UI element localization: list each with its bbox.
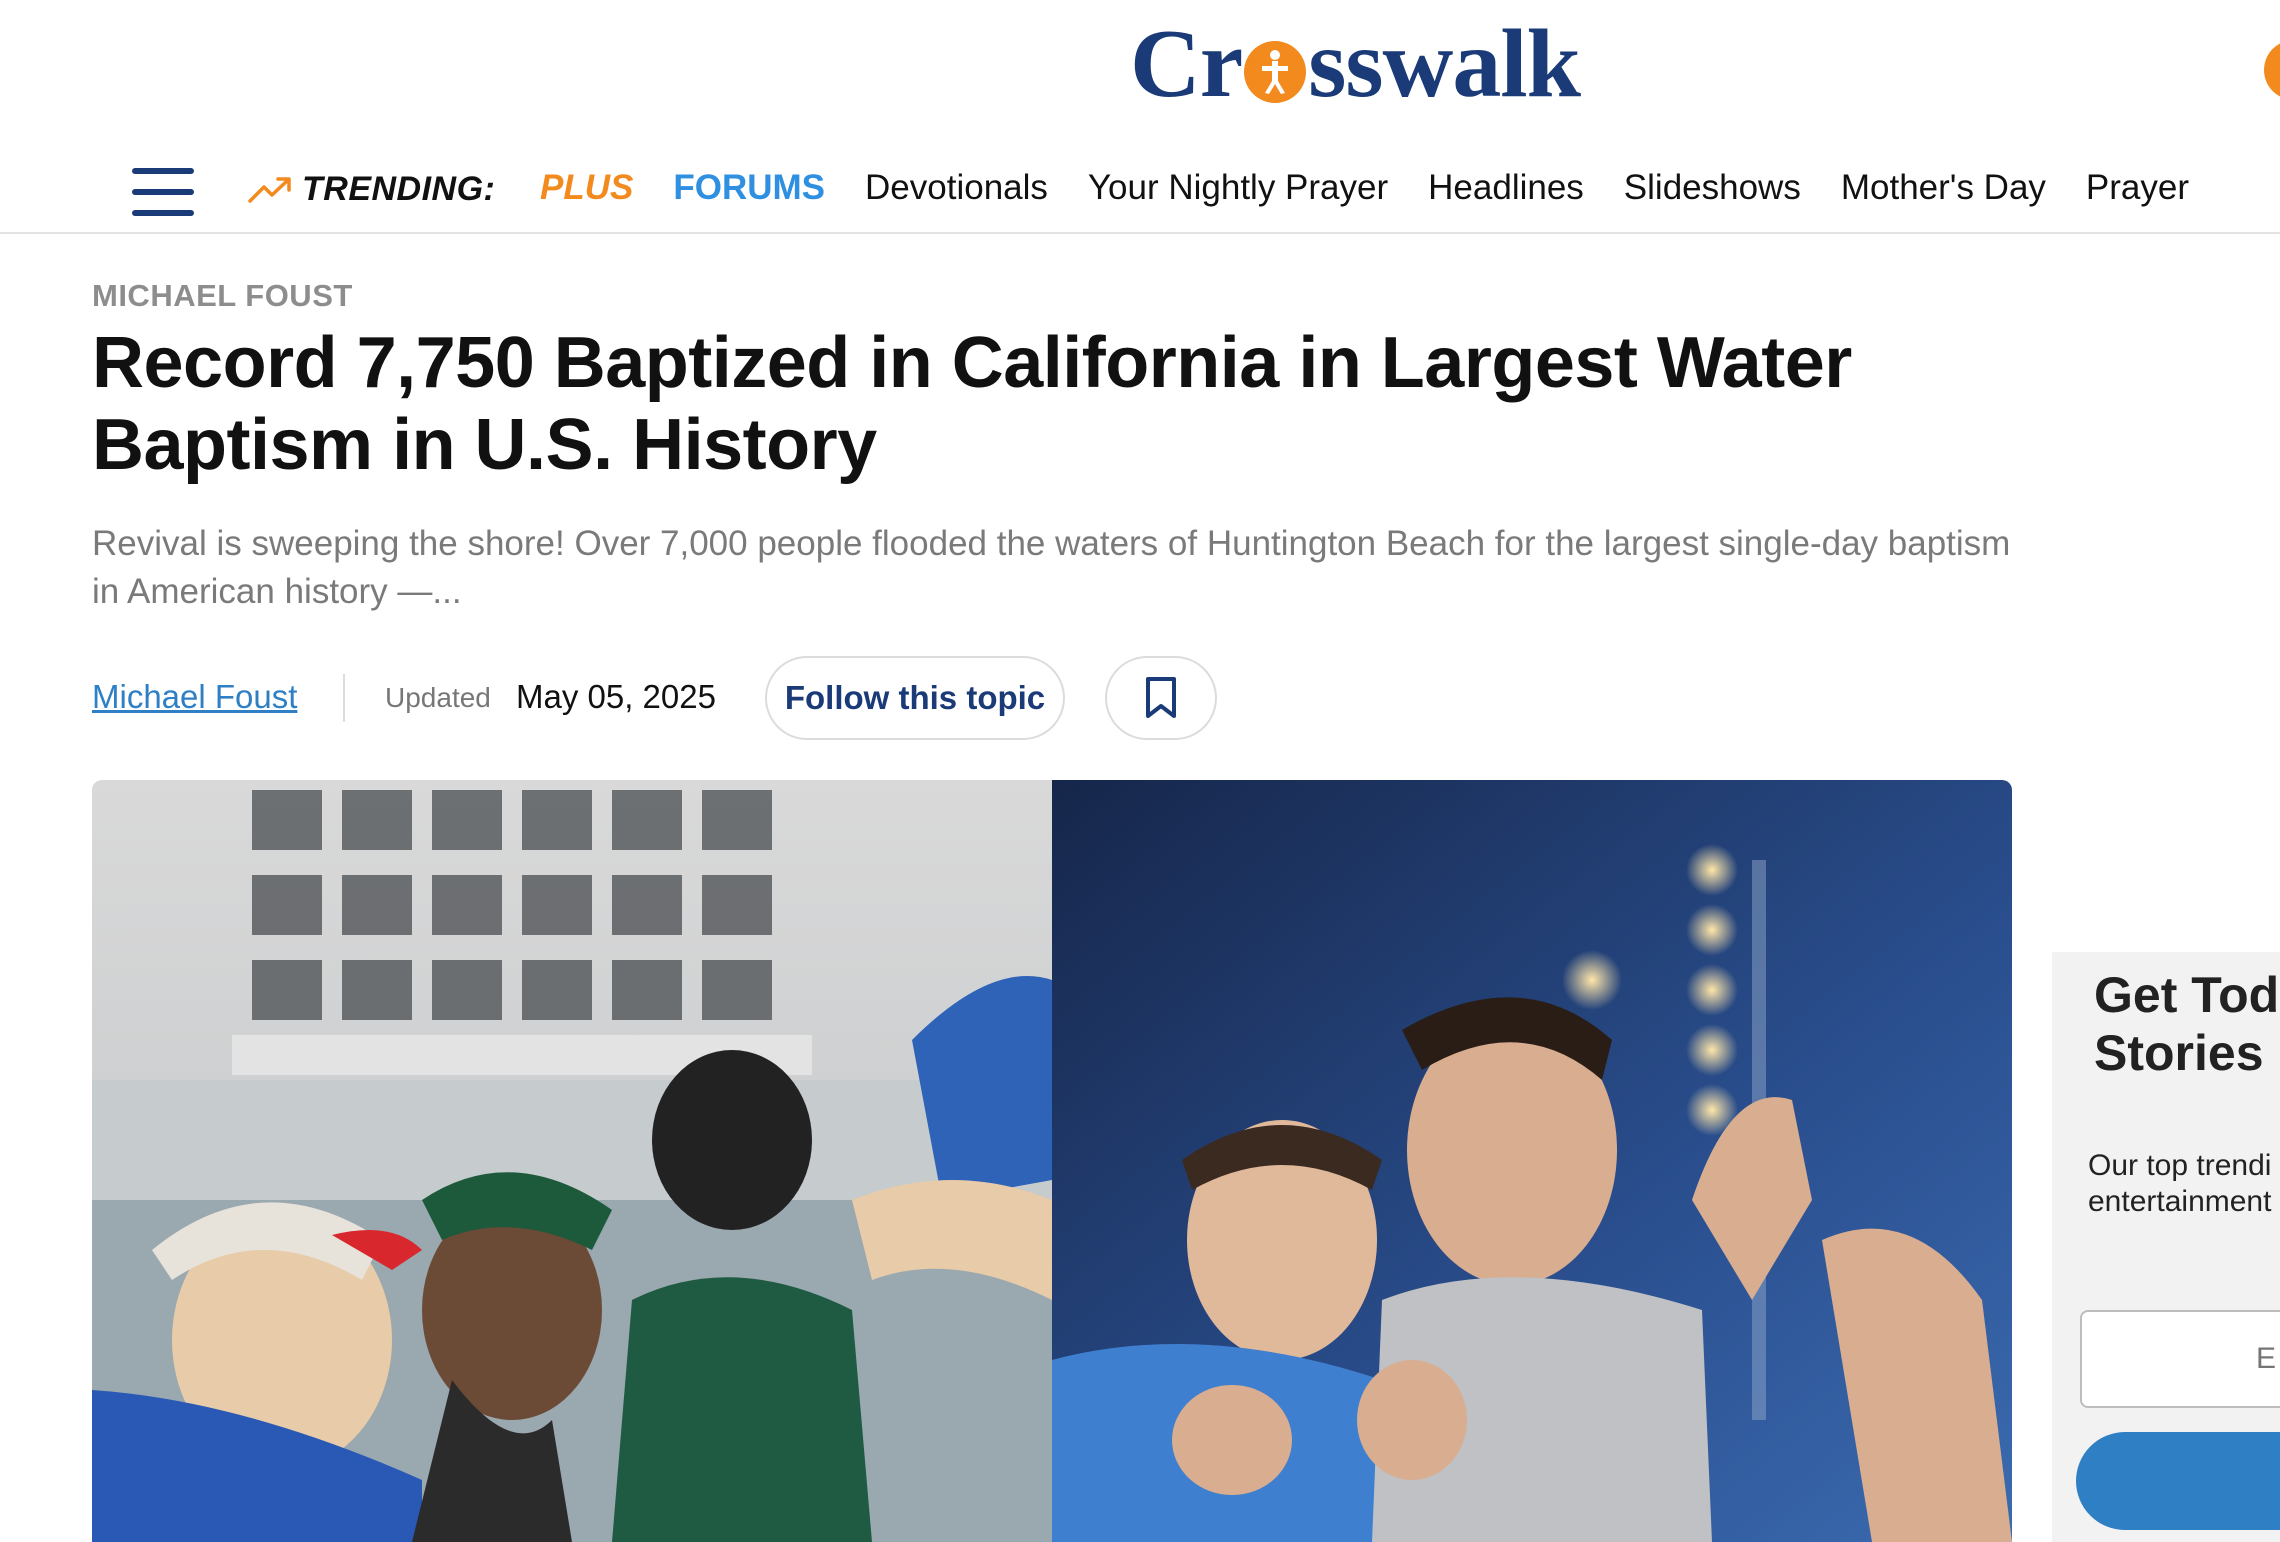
menu-icon[interactable] [132, 168, 194, 216]
hero-image [92, 780, 2012, 1542]
logo-text-before: Cr [1130, 10, 1243, 118]
nav-link-devotionals[interactable]: Devotionals [865, 168, 1048, 208]
nav-link-nightly-prayer[interactable]: Your Nightly Prayer [1088, 168, 1388, 208]
newsletter-desc-line-2: entertainment [2088, 1185, 2272, 1218]
nav-link-headlines[interactable]: Headlines [1428, 168, 1584, 208]
newsletter-desc-line-1: Our top trendi [2088, 1149, 2272, 1182]
main-nav: TRENDING: PLUS FORUMS Devotionals Your N… [0, 148, 2280, 234]
newsletter-email-input[interactable] [2080, 1310, 2280, 1408]
bookmark-button[interactable] [1105, 656, 1217, 740]
nav-link-forums[interactable]: FORUMS [673, 168, 825, 208]
newsletter-signup: Get Tod Stories Our top trendi entertain… [2052, 952, 2280, 1542]
updated-date: May 05, 2025 [516, 678, 716, 715]
trending-text: TRENDING: [302, 170, 496, 208]
article-kicker: MICHAEL FOUST [92, 278, 353, 313]
nav-link-plus[interactable]: PLUS [540, 168, 633, 208]
hero-photo-right [1052, 780, 2012, 1542]
account-avatar[interactable] [2264, 40, 2280, 100]
article-meta: Michael Foust Updated May 05, 2025 Follo… [92, 656, 1292, 740]
newsletter-title: Get Tod Stories [2094, 967, 2280, 1081]
article-dek: Revival is sweeping the shore! Over 7,00… [92, 524, 2011, 611]
nav-link-prayer[interactable]: Prayer [2086, 168, 2189, 208]
article-headline: Record 7,750 Baptized in California in L… [92, 323, 1852, 485]
meta-divider [343, 674, 345, 722]
site-logo[interactable]: Cr sswalk [1130, 10, 1581, 118]
logo-cross-icon [1244, 41, 1307, 103]
follow-topic-button[interactable]: Follow this topic [765, 656, 1065, 740]
newsletter-description: Our top trendi entertainment [2088, 1148, 2280, 1220]
bookmark-icon [1146, 677, 1176, 718]
nav-links: PLUS FORUMS Devotionals Your Nightly Pra… [540, 168, 2229, 208]
trending-arrow-icon [248, 176, 291, 203]
hero-photo-left [92, 780, 1052, 1542]
page: Cr sswalk TRENDING: PLUS FORUMS Devotion… [0, 0, 2280, 1542]
trending-label: TRENDING: [248, 170, 495, 209]
nav-link-slideshows[interactable]: Slideshows [1624, 168, 1801, 208]
newsletter-submit-button[interactable]: S [2076, 1432, 2280, 1530]
updated-label: Updated [385, 682, 491, 713]
logo-text-after: sswalk [1308, 10, 1581, 118]
nav-link-mothers-day[interactable]: Mother's Day [1841, 168, 2046, 208]
author-link[interactable]: Michael Foust [92, 678, 297, 716]
